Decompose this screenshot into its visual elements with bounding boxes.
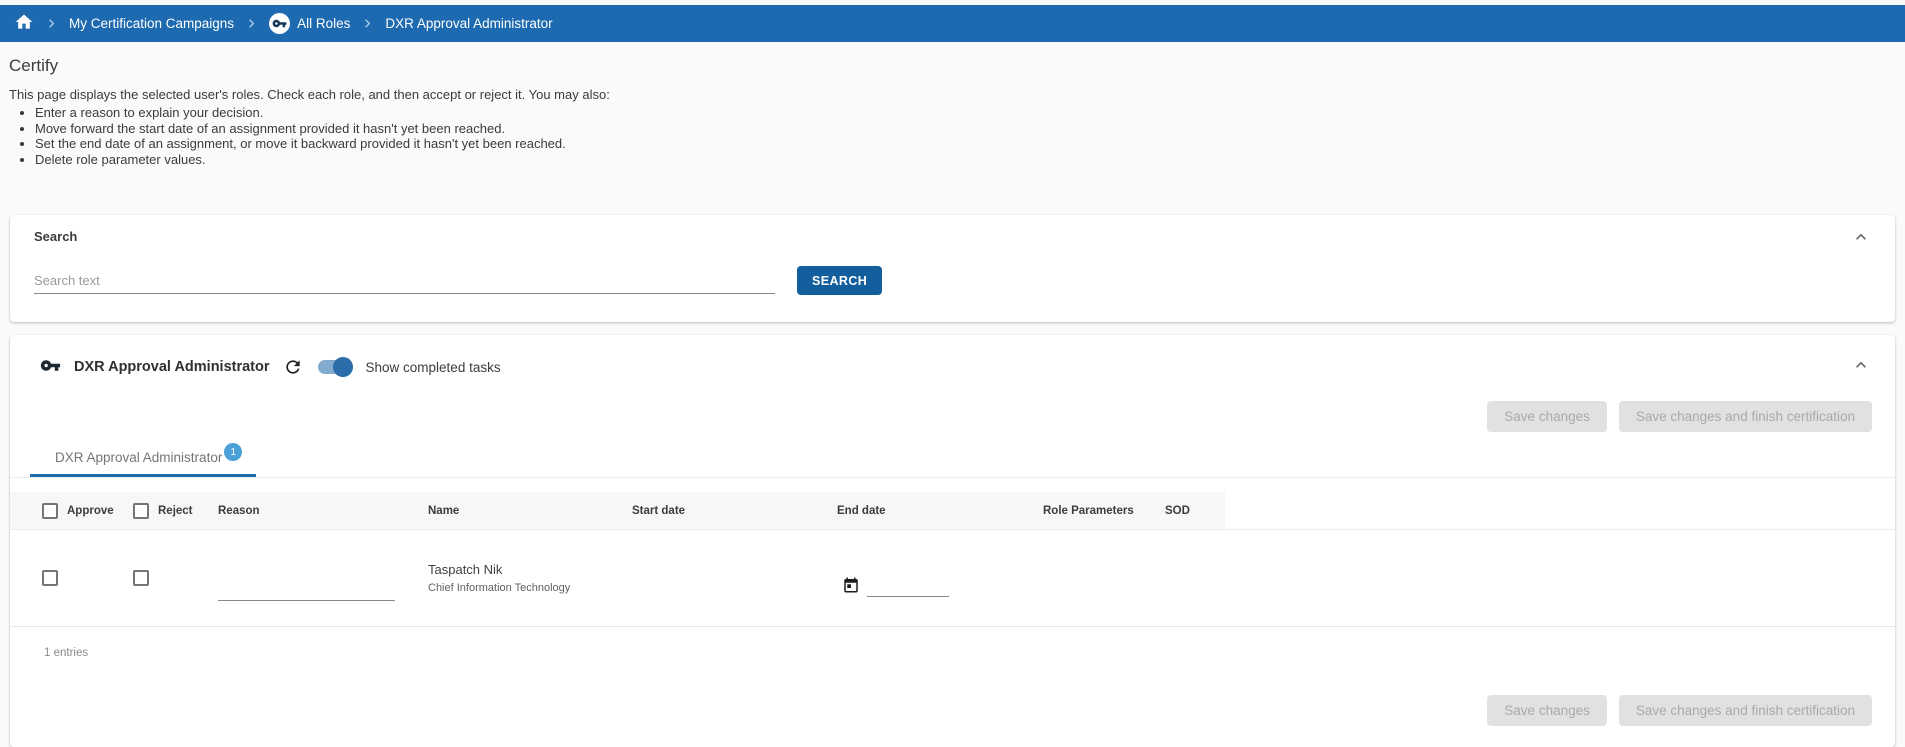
page-title: Certify (9, 56, 1895, 76)
certification-panel: DXR Approval Administrator Show complete… (10, 335, 1895, 747)
entries-count: 1 entries (10, 647, 1895, 659)
home-button[interactable] (14, 12, 34, 35)
search-input[interactable] (34, 268, 775, 294)
intro-description: This page displays the selected user's r… (9, 87, 1895, 102)
breadcrumb: My Certification Campaigns All Roles DXR… (0, 5, 1905, 42)
list-item: Move forward the start date of an assign… (35, 121, 1895, 137)
breadcrumb-current: DXR Approval Administrator (385, 16, 552, 31)
calendar-icon (842, 582, 860, 597)
breadcrumb-item-campaigns[interactable]: My Certification Campaigns (69, 16, 234, 31)
column-header-end-date: End date (837, 505, 886, 517)
search-panel: Search SEARCH (10, 215, 1895, 322)
list-item: Set the end date of an assignment, or mo… (35, 136, 1895, 152)
show-completed-toggle[interactable] (316, 357, 353, 377)
chevron-right-icon (243, 15, 260, 32)
column-header-role-parameters: Role Parameters (1043, 505, 1134, 517)
intro-section: Certify This page displays the selected … (0, 42, 1905, 167)
save-changes-button[interactable]: Save changes (1487, 401, 1607, 432)
column-header-name: Name (428, 505, 459, 517)
tab-bar: DXR Approval Administrator 1 (10, 440, 1895, 478)
user-role-description: Chief Information Technology (428, 582, 632, 594)
end-date-input[interactable] (867, 575, 949, 597)
panel-title: DXR Approval Administrator (74, 359, 270, 375)
approve-all-checkbox[interactable] (42, 503, 58, 519)
collapse-panel-button[interactable] (1849, 353, 1873, 377)
save-and-finish-button[interactable]: Save changes and finish certification (1619, 401, 1872, 432)
tab-label: DXR Approval Administrator (55, 450, 222, 465)
top-actions: Save changes Save changes and finish cer… (10, 401, 1895, 432)
table-row: Taspatch Nik Chief Information Technolog… (10, 530, 1895, 627)
tab-dxr-approval-administrator[interactable]: DXR Approval Administrator 1 (30, 440, 256, 477)
save-changes-button[interactable]: Save changes (1487, 695, 1607, 726)
row-approve-checkbox[interactable] (42, 570, 58, 586)
search-panel-title: Search (34, 229, 1871, 244)
save-and-finish-button[interactable]: Save changes and finish certification (1619, 695, 1872, 726)
column-header-reject: Reject (158, 505, 193, 517)
tab-count-badge: 1 (224, 443, 242, 461)
bottom-actions: Save changes Save changes and finish cer… (10, 695, 1895, 726)
column-header-sod: SOD (1165, 505, 1190, 517)
home-icon (14, 12, 34, 35)
refresh-icon (283, 365, 303, 380)
collapse-search-button[interactable] (1849, 225, 1873, 249)
reject-all-checkbox[interactable] (133, 503, 149, 519)
toggle-thumb (333, 357, 353, 377)
breadcrumb-item-all-roles[interactable]: All Roles (269, 13, 350, 34)
column-header-start-date: Start date (632, 505, 685, 517)
column-header-reason: Reason (218, 505, 260, 517)
toggle-label: Show completed tasks (366, 360, 501, 375)
chevron-right-icon (43, 15, 60, 32)
key-icon (269, 13, 290, 34)
row-reject-checkbox[interactable] (133, 570, 149, 586)
chevron-right-icon (359, 15, 376, 32)
refresh-button[interactable] (283, 357, 303, 377)
search-button[interactable]: SEARCH (797, 266, 882, 295)
panel-header: DXR Approval Administrator Show complete… (10, 355, 1895, 379)
chevron-up-icon (1851, 235, 1871, 250)
list-item: Delete role parameter values. (35, 152, 1895, 168)
reason-input[interactable] (218, 579, 395, 601)
column-header-approve: Approve (67, 505, 114, 517)
end-date-picker-button[interactable] (842, 576, 860, 594)
intro-bullet-list: Enter a reason to explain your decision.… (9, 105, 1895, 167)
end-date-cell (837, 575, 1043, 597)
table-header-row: Approve Reject Reason Name Start date En… (10, 492, 1895, 530)
chevron-up-icon (1851, 363, 1871, 378)
list-item: Enter a reason to explain your decision. (35, 105, 1895, 121)
user-role-name: Taspatch Nik (428, 562, 632, 577)
key-icon (40, 355, 61, 379)
name-cell: Taspatch Nik Chief Information Technolog… (428, 562, 632, 594)
